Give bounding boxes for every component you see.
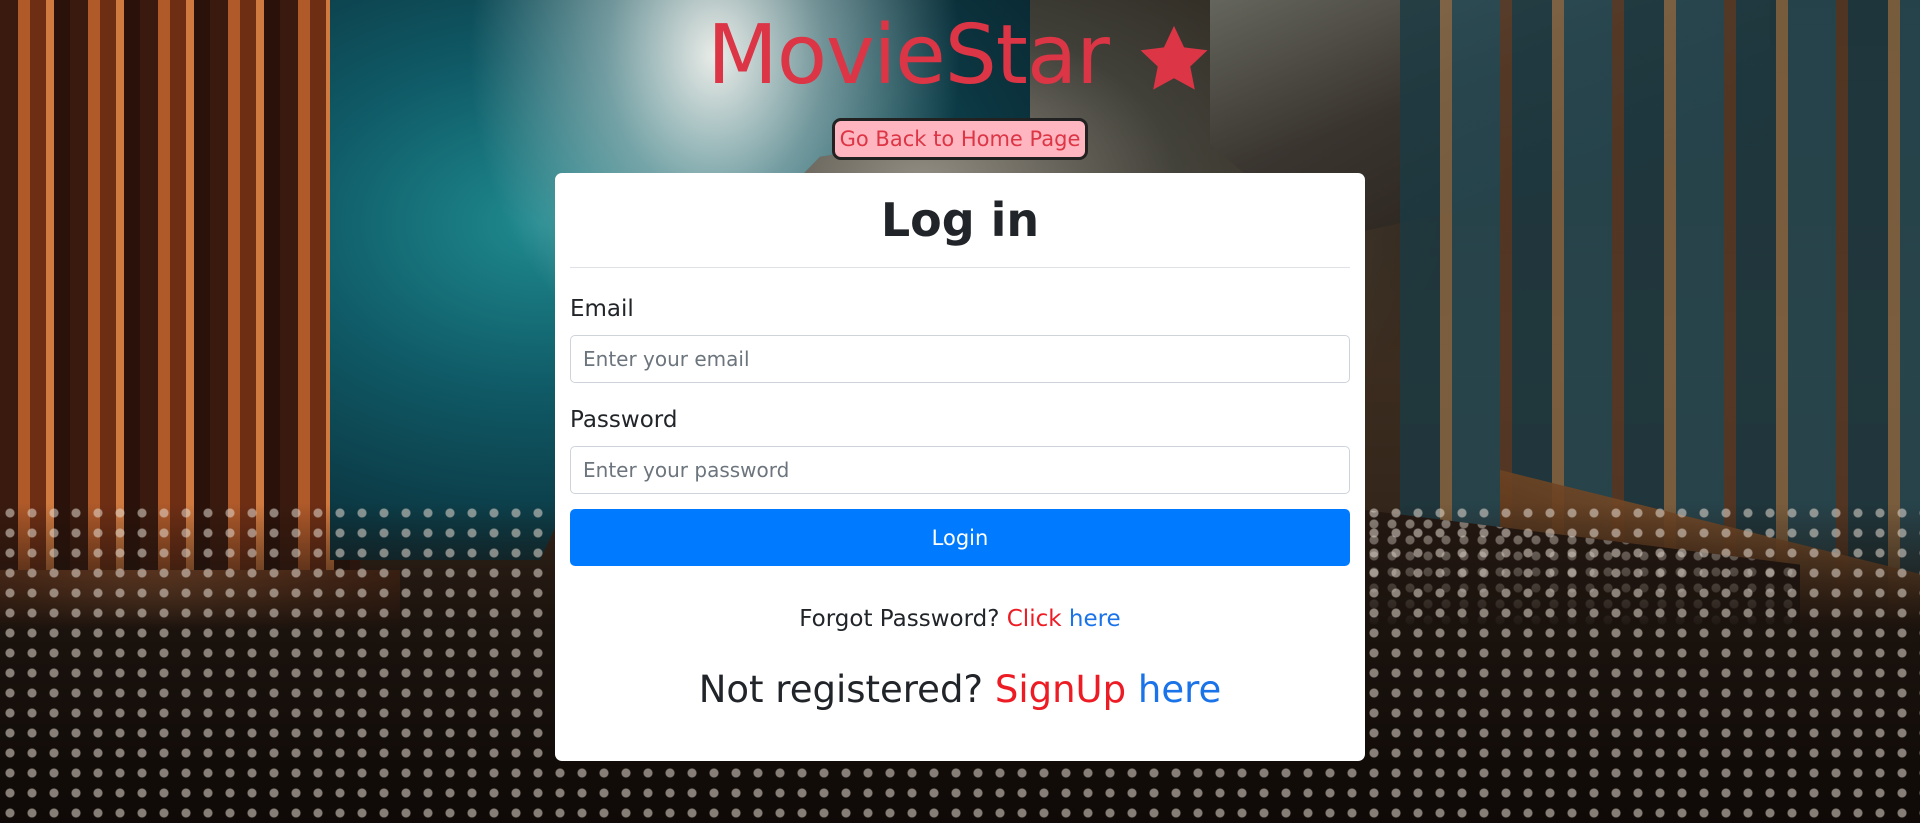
brand-title: MovieStar [707,8,1110,103]
forgot-password-link[interactable]: here [1069,606,1121,632]
star-icon [1140,25,1208,90]
login-button[interactable]: Login [570,509,1350,566]
brand: MovieStar [707,6,1213,106]
password-input[interactable] [570,446,1350,494]
login-title: Log in [570,173,1350,268]
forgot-password-text: Forgot Password? [799,606,1000,632]
forgot-password-row: Forgot Password? Click here [570,606,1350,632]
email-input[interactable] [570,335,1350,383]
password-label: Password [570,407,678,433]
register-row: Not registered? SignUp here [570,668,1350,711]
forgot-click-text: Click [1006,606,1062,632]
go-back-home-button[interactable]: Go Back to Home Page [832,118,1088,160]
email-label: Email [570,296,634,322]
signup-text: SignUp [994,668,1127,711]
login-card: Log in Email Password Login Forgot Passw… [555,173,1365,761]
page-header: MovieStar Go Back to Home Page [0,0,1920,160]
not-registered-text: Not registered? [698,668,984,711]
signup-link[interactable]: here [1138,668,1221,711]
